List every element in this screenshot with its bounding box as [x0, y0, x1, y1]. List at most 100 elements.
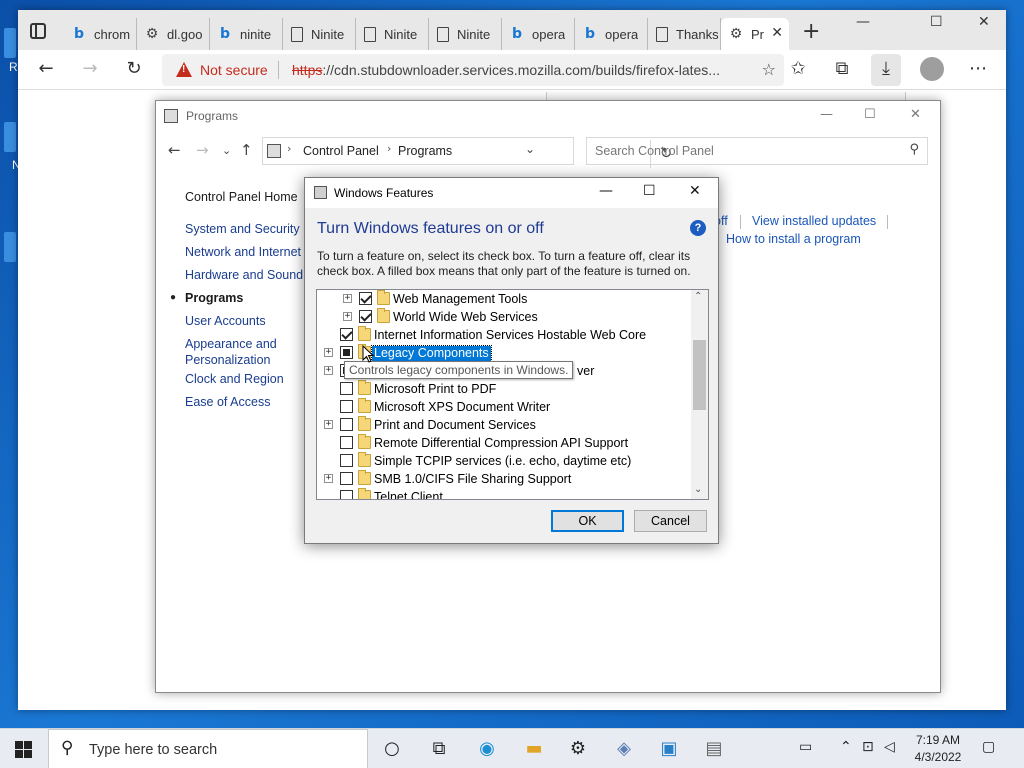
forward-button[interactable]: →: [196, 141, 209, 159]
cortana-icon[interactable]: ○: [381, 738, 403, 760]
sidebar-item-system-security[interactable]: System and Security: [185, 221, 300, 237]
up-button[interactable]: ↑: [240, 141, 253, 159]
feature-checkbox[interactable]: [340, 472, 353, 485]
maximize-icon[interactable]: ☐: [643, 183, 656, 199]
desktop-icon[interactable]: [4, 122, 16, 152]
feature-row[interactable]: + SMB 1.0/CIFS File Sharing Support: [317, 470, 692, 488]
desktop-icon[interactable]: [4, 28, 16, 58]
close-icon[interactable]: ✕: [978, 14, 990, 30]
minimize-icon[interactable]: —: [820, 107, 833, 122]
cancel-button[interactable]: Cancel: [634, 510, 707, 532]
browser-tab[interactable]: Ninite: [429, 18, 502, 50]
breadcrumb-programs[interactable]: Programs: [398, 144, 452, 158]
expand-icon[interactable]: +: [324, 366, 333, 375]
installer-taskbar-icon[interactable]: ▤: [703, 738, 725, 760]
notification-display-icon[interactable]: ▭: [799, 739, 812, 755]
expand-icon[interactable]: +: [324, 474, 333, 483]
search-input[interactable]: Search Control Panel ⚲: [586, 137, 928, 165]
downloads-icon[interactable]: ⤓: [874, 58, 898, 82]
chevron-right-icon[interactable]: ›: [287, 142, 291, 155]
feature-tree[interactable]: + Web Management Tools + World Wide Web Ser…: [316, 289, 709, 500]
taskbar-search-input[interactable]: ⚲ Type here to search: [48, 729, 368, 768]
settings-icon[interactable]: ⚙: [567, 738, 589, 760]
feature-row[interactable]: Simple TCPIP services (i.e. echo, daytim…: [317, 452, 692, 470]
feature-checkbox[interactable]: [340, 382, 353, 395]
sidebar-item-programs[interactable]: Programs: [185, 290, 243, 306]
how-to-install-link[interactable]: How to install a program: [726, 232, 861, 246]
feature-row[interactable]: + Print and Document Services: [317, 416, 692, 434]
sidebar-item-clock-region[interactable]: Clock and Region: [185, 371, 284, 387]
file-explorer-icon[interactable]: ▬: [523, 738, 545, 760]
task-view-icon[interactable]: ⧉: [428, 738, 450, 760]
url-text[interactable]: https://cdn.stubdownloader.services.mozi…: [292, 62, 738, 78]
feature-checkbox[interactable]: [359, 292, 372, 305]
browser-tab[interactable]: Ninite: [283, 18, 356, 50]
expand-icon[interactable]: +: [343, 294, 352, 303]
feature-checkbox[interactable]: [340, 490, 353, 499]
back-button[interactable]: ←: [168, 141, 181, 159]
refresh-button[interactable]: ↻: [122, 58, 146, 82]
browser-tab[interactable]: b opera: [575, 18, 648, 50]
feature-row[interactable]: Microsoft XPS Document Writer: [317, 398, 692, 416]
feature-checkbox[interactable]: [340, 346, 353, 359]
maximize-icon[interactable]: ☐: [930, 14, 943, 30]
expand-icon[interactable]: +: [343, 312, 352, 321]
minimize-icon[interactable]: —: [856, 14, 870, 30]
browser-tab[interactable]: b chrom: [64, 18, 137, 50]
scrollbar[interactable]: ⌃ ⌄: [691, 290, 708, 499]
sidebar-item-ease-of-access[interactable]: Ease of Access: [185, 394, 270, 410]
sidebar-item-hardware[interactable]: Hardware and Sound: [185, 267, 303, 283]
favorites-icon[interactable]: ✩: [786, 58, 810, 82]
close-icon[interactable]: ✕: [689, 183, 701, 199]
chevron-up-icon[interactable]: ⌃: [840, 739, 852, 755]
feature-checkbox[interactable]: [340, 328, 353, 341]
scroll-thumb[interactable]: [693, 340, 706, 410]
recent-dropdown-icon[interactable]: ⌄: [222, 144, 231, 157]
edge-icon[interactable]: ◉: [476, 738, 498, 760]
browser-tab[interactable]: ⚙ Pr ✕: [721, 18, 789, 50]
browser-tab[interactable]: b opera: [502, 18, 575, 50]
browser-tab[interactable]: ⚙ dl.goo: [137, 18, 210, 50]
control-panel-taskbar-icon[interactable]: ▣: [658, 738, 680, 760]
network-icon[interactable]: ⊡: [862, 739, 874, 755]
scroll-down-icon[interactable]: ⌄: [694, 484, 702, 495]
view-installed-updates-link[interactable]: View installed updates: [752, 214, 876, 228]
desktop-icon[interactable]: [4, 232, 16, 262]
minimize-icon[interactable]: —: [599, 183, 613, 199]
collections-icon[interactable]: ⧉: [830, 58, 854, 82]
feature-checkbox[interactable]: [340, 400, 353, 413]
ok-button[interactable]: OK: [551, 510, 624, 532]
feature-checkbox[interactable]: [340, 418, 353, 431]
close-icon[interactable]: ✕: [910, 107, 921, 122]
browser-tab[interactable]: b ninite: [210, 18, 283, 50]
system-clock[interactable]: 7:19 AM 4/3/2022: [906, 732, 970, 766]
start-button[interactable]: [15, 741, 32, 758]
chevron-down-icon[interactable]: ⌄: [525, 142, 535, 156]
expand-icon[interactable]: +: [324, 420, 333, 429]
address-bar[interactable]: Not secure https://cdn.stubdownloader.se…: [162, 54, 784, 86]
profile-avatar[interactable]: [920, 57, 944, 81]
control-panel-address-bar[interactable]: › Control Panel › Programs ⌄ ↻: [262, 137, 672, 168]
feature-checkbox[interactable]: [340, 436, 353, 449]
close-tab-icon[interactable]: ✕: [771, 25, 783, 41]
help-icon[interactable]: ?: [690, 220, 706, 236]
browser-tab[interactable]: Thanks: [648, 18, 721, 50]
notifications-icon[interactable]: ▢: [982, 739, 995, 755]
feature-row[interactable]: + World Wide Web Services: [317, 308, 692, 326]
expand-icon[interactable]: +: [324, 348, 333, 357]
chevron-right-icon[interactable]: ›: [387, 142, 391, 155]
add-favorite-icon[interactable]: ☆: [762, 60, 776, 79]
feature-checkbox[interactable]: [359, 310, 372, 323]
windows-features-taskbar-icon[interactable]: ◈: [613, 738, 635, 760]
breadcrumb-control-panel[interactable]: Control Panel: [303, 144, 379, 158]
security-indicator[interactable]: Not secure: [200, 62, 268, 78]
sidebar-item-user-accounts[interactable]: User Accounts: [185, 313, 266, 329]
menu-icon[interactable]: ⋯: [966, 58, 990, 82]
new-tab-button[interactable]: +: [802, 21, 820, 43]
volume-icon[interactable]: ◁: [884, 739, 895, 755]
sidebar-item-home[interactable]: Control Panel Home: [185, 189, 298, 205]
feature-row[interactable]: Remote Differential Compression API Supp…: [317, 434, 692, 452]
feature-row[interactable]: + Web Management Tools: [317, 290, 692, 308]
back-button[interactable]: ←: [34, 58, 58, 82]
tab-actions-icon[interactable]: [30, 23, 46, 39]
